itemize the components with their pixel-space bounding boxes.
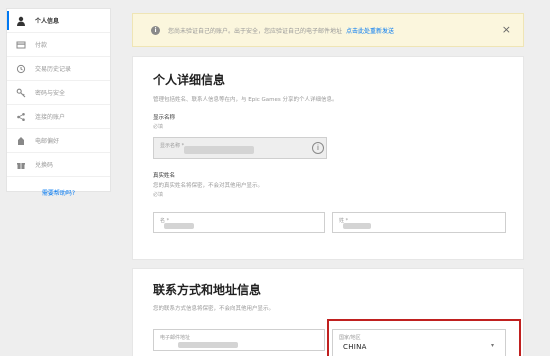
sidebar-item-label: 兑换码 bbox=[35, 162, 54, 169]
close-icon[interactable]: × bbox=[502, 23, 511, 36]
user-icon bbox=[15, 15, 27, 27]
alert-message: 您尚未验证自己的账户。出于安全，您应验证自己的电子邮件地址 bbox=[168, 27, 343, 35]
card-icon bbox=[15, 39, 27, 51]
sidebar-item-label: 密码与安全 bbox=[35, 90, 66, 97]
share-icon bbox=[15, 111, 27, 123]
contact-title: 联系方式和地址信息 bbox=[153, 283, 262, 297]
sidebar-item-label: 连接的账户 bbox=[35, 114, 66, 121]
personal-details-description: 管理包括姓名、联系人信息等在内，与 Epic Games 分享的个人详细信息。 bbox=[153, 97, 338, 103]
sidebar-item-label: 电邮偏好 bbox=[35, 138, 60, 145]
display-name-field[interactable]: 显示名称 * i bbox=[153, 137, 327, 159]
sidebar-item-payment[interactable]: 付款 bbox=[7, 33, 110, 57]
sidebar-item-label: 个人信息 bbox=[35, 18, 60, 25]
redacted-value bbox=[343, 223, 371, 229]
email-placeholder: 电子邮件地址 bbox=[160, 335, 191, 341]
history-icon bbox=[15, 63, 27, 75]
redacted-value bbox=[164, 223, 194, 229]
mail-icon bbox=[15, 135, 27, 147]
sidebar-item-label: 交易历史记录 bbox=[35, 66, 72, 73]
sidebar-item-password-security[interactable]: 密码与安全 bbox=[7, 81, 110, 105]
sidebar-item-redeem-code[interactable]: 兑换码 bbox=[7, 153, 110, 177]
sidebar-item-transactions[interactable]: 交易历史记录 bbox=[7, 57, 110, 81]
info-icon: i bbox=[151, 25, 160, 35]
email-field[interactable]: 电子邮件地址 bbox=[153, 329, 325, 351]
verify-email-alert: i 您尚未验证自己的账户。出于安全，您应验证自己的电子邮件地址 点击此处重新发送… bbox=[132, 13, 524, 47]
display-name-required: 必填 bbox=[153, 124, 164, 130]
key-icon bbox=[15, 87, 27, 99]
real-name-label: 真实姓名 bbox=[153, 173, 176, 179]
highlight-box bbox=[327, 319, 521, 356]
need-help-link[interactable]: 需要帮助吗? bbox=[6, 188, 111, 197]
contact-description: 您的联系方式信息将保密，不会向其他用户显示。 bbox=[153, 306, 275, 312]
redacted-value bbox=[184, 146, 254, 154]
redacted-value bbox=[178, 342, 238, 348]
display-name-label: 显示名称 bbox=[153, 115, 176, 121]
personal-details-title: 个人详细信息 bbox=[153, 73, 226, 87]
sidebar-item-email-preferences[interactable]: 电邮偏好 bbox=[7, 129, 110, 153]
real-name-required: 必填 bbox=[153, 192, 164, 198]
resend-link[interactable]: 点击此处重新发送 bbox=[346, 26, 394, 35]
sidebar-item-personal-info[interactable]: 个人信息 bbox=[7, 9, 110, 33]
sidebar: 个人信息 付款 交易历史记录 密码与安全 连接的账户 电邮偏好 兑换码 bbox=[6, 8, 111, 192]
first-name-field[interactable]: 名 * bbox=[153, 212, 325, 233]
display-name-placeholder: 显示名称 * bbox=[160, 143, 185, 149]
gift-icon bbox=[15, 159, 27, 171]
last-name-field[interactable]: 姓 * bbox=[332, 212, 506, 233]
contact-address-card: 联系方式和地址信息 您的联系方式信息将保密，不会向其他用户显示。 电子邮件地址 … bbox=[132, 268, 524, 356]
sidebar-item-label: 付款 bbox=[35, 42, 48, 49]
info-icon[interactable]: i bbox=[312, 142, 324, 154]
sidebar-item-connected-accounts[interactable]: 连接的账户 bbox=[7, 105, 110, 129]
real-name-description: 您的真实姓名将保密，不会对其他用户显示。 bbox=[153, 183, 264, 189]
personal-details-card: 个人详细信息 管理包括姓名、联系人信息等在内，与 Epic Games 分享的个… bbox=[132, 56, 524, 260]
